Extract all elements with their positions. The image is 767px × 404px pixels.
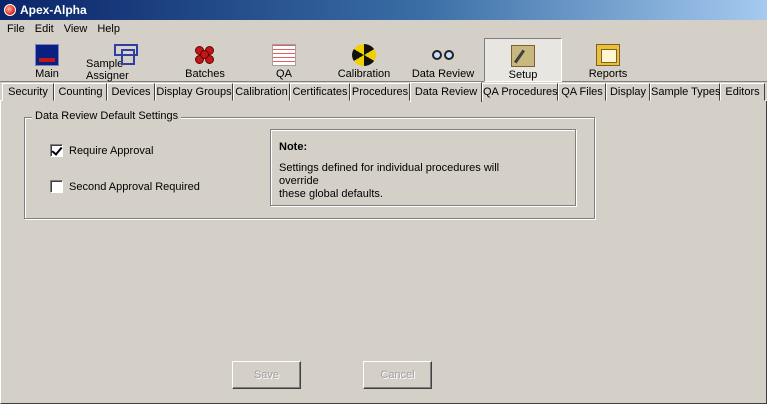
menu-help[interactable]: Help	[92, 23, 125, 35]
tab-certificates[interactable]: Certificates	[290, 83, 350, 101]
note-text-line-1: Settings defined for individual procedur…	[279, 162, 500, 187]
tab-strip: Security Counting Devices Display Groups…	[0, 82, 767, 102]
menu-file[interactable]: File	[2, 23, 30, 35]
note-title: Note:	[279, 141, 308, 153]
toolbar-data-review-button[interactable]: Data Review	[410, 38, 476, 82]
second-approval-option[interactable]: Second Approval Required	[50, 180, 200, 193]
tab-calibration[interactable]: Calibration	[233, 83, 290, 101]
toolbar-sample-assigner-button[interactable]: Sample Assigner	[86, 38, 166, 82]
cancel-button[interactable]: Cancel	[363, 361, 432, 389]
note-text-line-2: these global defaults.	[279, 188, 383, 200]
second-approval-checkbox[interactable]	[50, 180, 63, 193]
monitor-icon	[35, 44, 59, 66]
tab-qa-files[interactable]: QA Files	[558, 83, 606, 101]
menu-edit[interactable]: Edit	[30, 23, 59, 35]
require-approval-checkbox[interactable]	[50, 144, 63, 157]
toolbar-data-review-label: Data Review	[411, 68, 475, 80]
tab-sample-types[interactable]: Sample Types	[650, 83, 721, 101]
tab-procedures[interactable]: Procedures	[350, 83, 410, 101]
tab-display[interactable]: Display	[606, 83, 650, 101]
toolbar-setup-button[interactable]: Setup	[484, 38, 562, 82]
tab-devices[interactable]: Devices	[107, 83, 155, 101]
menu-bar: File Edit View Help	[0, 20, 767, 38]
reports-folder-icon	[596, 44, 620, 66]
toolbar-calibration-button[interactable]: Calibration	[334, 38, 394, 82]
tab-editors[interactable]: Editors	[720, 83, 765, 101]
toolbar-main-button[interactable]: Main	[24, 38, 70, 82]
app-logo-icon	[4, 4, 16, 16]
require-approval-label: Require Approval	[69, 144, 154, 157]
toolbar-setup-label: Setup	[508, 69, 538, 81]
glasses-icon	[431, 44, 455, 66]
toolbar-calibration-label: Calibration	[337, 68, 391, 80]
tab-data-review[interactable]: Data Review	[410, 82, 482, 102]
note-text: Settings defined for individual procedur…	[279, 162, 539, 201]
batches-icon	[193, 44, 217, 66]
toolbar: Main Sample Assigner Batches QA Calibrat…	[0, 38, 767, 82]
toolbar-main-label: Main	[35, 68, 59, 80]
toolbar-qa-label: QA	[276, 68, 292, 80]
tools-icon	[511, 45, 535, 67]
toolbar-reports-label: Reports	[588, 68, 628, 80]
require-approval-option[interactable]: Require Approval	[50, 144, 153, 157]
toolbar-reports-button[interactable]: Reports	[580, 38, 636, 82]
menu-view[interactable]: View	[59, 23, 93, 35]
group-title: Data Review Default Settings	[32, 110, 182, 122]
second-approval-label: Second Approval Required	[69, 180, 200, 193]
tab-qa-procedures[interactable]: QA Procedures	[482, 83, 558, 101]
tab-display-groups[interactable]: Display Groups	[155, 83, 233, 101]
radiation-icon	[352, 44, 376, 66]
sample-assigner-icon	[114, 44, 138, 65]
tab-counting[interactable]: Counting	[54, 83, 107, 101]
qa-chart-icon	[272, 44, 296, 66]
save-button[interactable]: Save	[232, 361, 301, 389]
window-title: Apex-Alpha	[20, 3, 87, 17]
toolbar-batches-button[interactable]: Batches	[180, 38, 230, 82]
toolbar-batches-label: Batches	[185, 68, 225, 80]
tab-security[interactable]: Security	[2, 83, 54, 101]
title-bar: Apex-Alpha	[0, 0, 767, 20]
toolbar-qa-button[interactable]: QA	[262, 38, 306, 82]
